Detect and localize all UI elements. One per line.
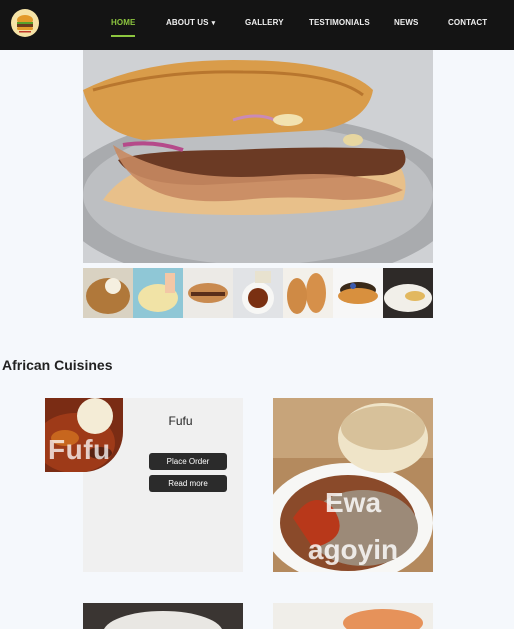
- nav-contact[interactable]: CONTACT: [448, 18, 487, 32]
- nav-about-us[interactable]: ABOUT US ▾: [166, 18, 215, 32]
- thumbnail-fufu-soup[interactable]: [233, 268, 283, 318]
- read-more-button[interactable]: Read more: [149, 475, 227, 492]
- section-title: African Cuisines: [2, 357, 113, 373]
- thumbnail-egusi-rice[interactable]: [83, 268, 133, 318]
- nav-news[interactable]: NEWS: [394, 18, 418, 32]
- navbar: HOME ABOUT US ▾ GALLERY TESTIMONIALS NEWS…: [0, 0, 514, 50]
- nav-gallery[interactable]: GALLERY: [245, 18, 284, 32]
- nav-home[interactable]: HOME: [111, 18, 136, 37]
- ewa-caption-line2: agoyin: [307, 534, 399, 565]
- fufu-card-title: Fufu: [168, 414, 193, 428]
- ewa-caption-line1: Ewa: [324, 487, 382, 518]
- thumbnail-burger[interactable]: [183, 268, 233, 318]
- fufu-image-caption: Fufu: [48, 434, 111, 465]
- burger-hero-image: [83, 50, 433, 263]
- dish-card-4[interactable]: [273, 603, 433, 629]
- dish-card-3[interactable]: [83, 603, 243, 629]
- thumbnail-strip: [83, 268, 433, 318]
- thumbnail-plate-dish[interactable]: [383, 268, 433, 318]
- thumbnail-bread-rolls[interactable]: [283, 268, 333, 318]
- thumbnail-pancakes[interactable]: [333, 268, 383, 318]
- chevron-down-icon: ▾: [211, 20, 216, 27]
- nav-about-label: ABOUT US: [166, 18, 209, 27]
- thumbnail-fries-sauce[interactable]: [133, 268, 183, 318]
- nav-testimonials[interactable]: TESTIMONIALS: [309, 18, 370, 32]
- place-order-button[interactable]: Place Order: [149, 453, 227, 470]
